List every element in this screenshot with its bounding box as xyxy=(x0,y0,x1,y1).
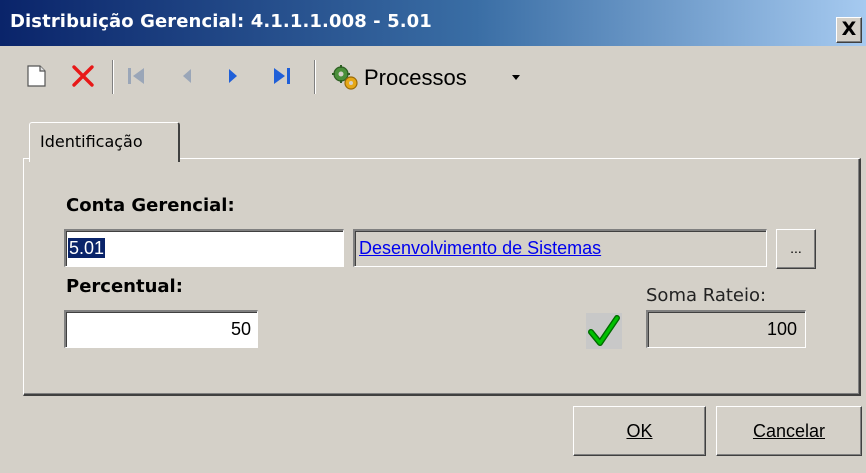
toolbar-separator xyxy=(314,60,316,94)
conta-gerencial-label: Conta Gerencial: xyxy=(66,195,235,216)
first-record-icon[interactable] xyxy=(124,63,150,89)
dropdown-arrow-icon[interactable] xyxy=(510,69,522,87)
window-title: Distribuição Gerencial: 4.1.1.1.008 - 5.… xyxy=(10,11,432,32)
toolbar: Processos xyxy=(0,50,866,102)
percentual-input[interactable]: 50 xyxy=(64,310,258,348)
next-record-icon[interactable] xyxy=(220,63,246,89)
window-title-bar: Distribuição Gerencial: 4.1.1.1.008 - 5.… xyxy=(0,0,866,46)
soma-rateio-label: Soma Rateio: xyxy=(646,285,767,306)
tab-label: Identificação xyxy=(40,132,143,151)
last-record-icon[interactable] xyxy=(268,63,294,89)
lookup-button[interactable]: ... xyxy=(776,229,816,269)
cancel-label: Cancelar xyxy=(752,421,826,441)
ok-button[interactable]: OK xyxy=(573,406,706,456)
tab-identificacao[interactable]: Identificação xyxy=(29,122,180,162)
gears-icon xyxy=(330,62,360,96)
processos-label: Processos xyxy=(364,65,467,90)
close-button[interactable]: X xyxy=(836,17,862,43)
delete-icon[interactable] xyxy=(70,63,96,89)
cancel-button[interactable]: Cancelar xyxy=(716,406,862,456)
new-document-icon[interactable] xyxy=(24,63,50,89)
previous-record-icon[interactable] xyxy=(174,63,200,89)
conta-gerencial-value: 5.01 xyxy=(68,238,106,258)
toolbar-separator xyxy=(112,60,114,94)
checkmark-icon xyxy=(586,313,622,349)
percentual-label: Percentual: xyxy=(66,276,183,297)
ok-label: OK xyxy=(626,421,653,441)
soma-rateio-field: 100 xyxy=(646,310,806,348)
conta-description-field: Desenvolvimento de Sistemas xyxy=(353,229,767,267)
conta-description-link[interactable]: Desenvolvimento de Sistemas xyxy=(359,238,601,258)
conta-gerencial-input[interactable]: 5.01 xyxy=(64,229,344,267)
